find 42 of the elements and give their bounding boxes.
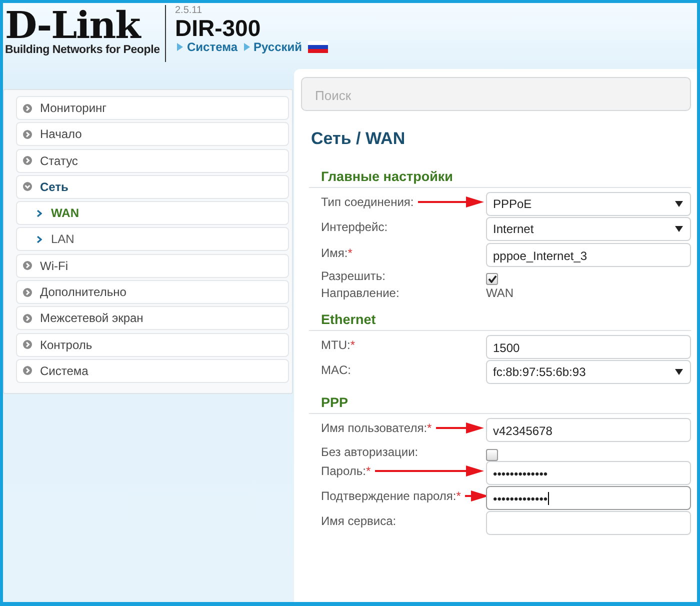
field-label: Без авторизации: — [321, 445, 418, 460]
input-field[interactable]: ••••••••••••• — [486, 486, 691, 510]
sidebar-item[interactable]: Статус — [16, 148, 289, 173]
field-label: Тип соединения: — [321, 195, 414, 209]
dropdown[interactable]: PPPoE — [486, 192, 691, 216]
tagline: Building Networks for People — [5, 44, 161, 56]
field-label: Разрешить: — [321, 269, 386, 284]
model-name: DIR-300 — [175, 16, 262, 40]
sidebar-item[interactable]: Сеть — [16, 174, 289, 199]
input-field[interactable]: pppoe_Internet_3 — [486, 242, 691, 267]
sidebar-item[interactable]: Начало — [16, 122, 289, 146]
page-title: Сеть / WAN — [311, 129, 406, 150]
input-field[interactable]: ••••••••••••• — [486, 460, 691, 485]
sidebar-item[interactable]: Межсетевой экран — [16, 306, 289, 330]
field-label: Подтверждение пароля:* — [321, 489, 461, 504]
field-label: Интерфейс: — [321, 220, 388, 234]
dropdown[interactable]: Internet — [486, 217, 691, 242]
breadcrumb-link[interactable]: Система — [187, 40, 238, 54]
logo: D-Link — [5, 6, 142, 44]
input-field[interactable]: 1500 — [486, 334, 691, 359]
field-label: Имя пользователя:* — [321, 421, 432, 436]
section-heading: Главные настройки — [321, 169, 454, 184]
sidebar-subitem[interactable]: WAN — [16, 201, 289, 226]
field-label: MAC: — [321, 363, 351, 378]
field-label: Имя сервиса: — [321, 514, 396, 528]
version-label: 2.5.11 — [175, 5, 204, 16]
field-label: Имя:* — [321, 246, 352, 260]
breadcrumb-link[interactable]: Русский — [254, 40, 302, 54]
sidebar-item[interactable]: Дополнительно — [16, 280, 289, 304]
sidebar-item[interactable]: Контроль — [16, 332, 289, 357]
field-label: Направление: — [321, 286, 400, 300]
input-field[interactable]: v42345678 — [486, 418, 691, 442]
field-label: MTU:* — [321, 338, 355, 352]
sidebar-subitem[interactable]: LAN — [16, 227, 289, 252]
sidebar-item[interactable]: Wi-Fi — [16, 254, 289, 278]
sidebar-item[interactable]: Система — [16, 358, 289, 383]
field-value: WAN — [486, 284, 514, 301]
field-label: Пароль:* — [321, 464, 371, 478]
section-heading: PPP — [321, 395, 350, 410]
sidebar-item[interactable]: Мониторинг — [16, 96, 289, 120]
section-heading: Ethernet — [321, 312, 377, 327]
dropdown[interactable]: fc:8b:97:55:6b:93 — [486, 360, 691, 384]
